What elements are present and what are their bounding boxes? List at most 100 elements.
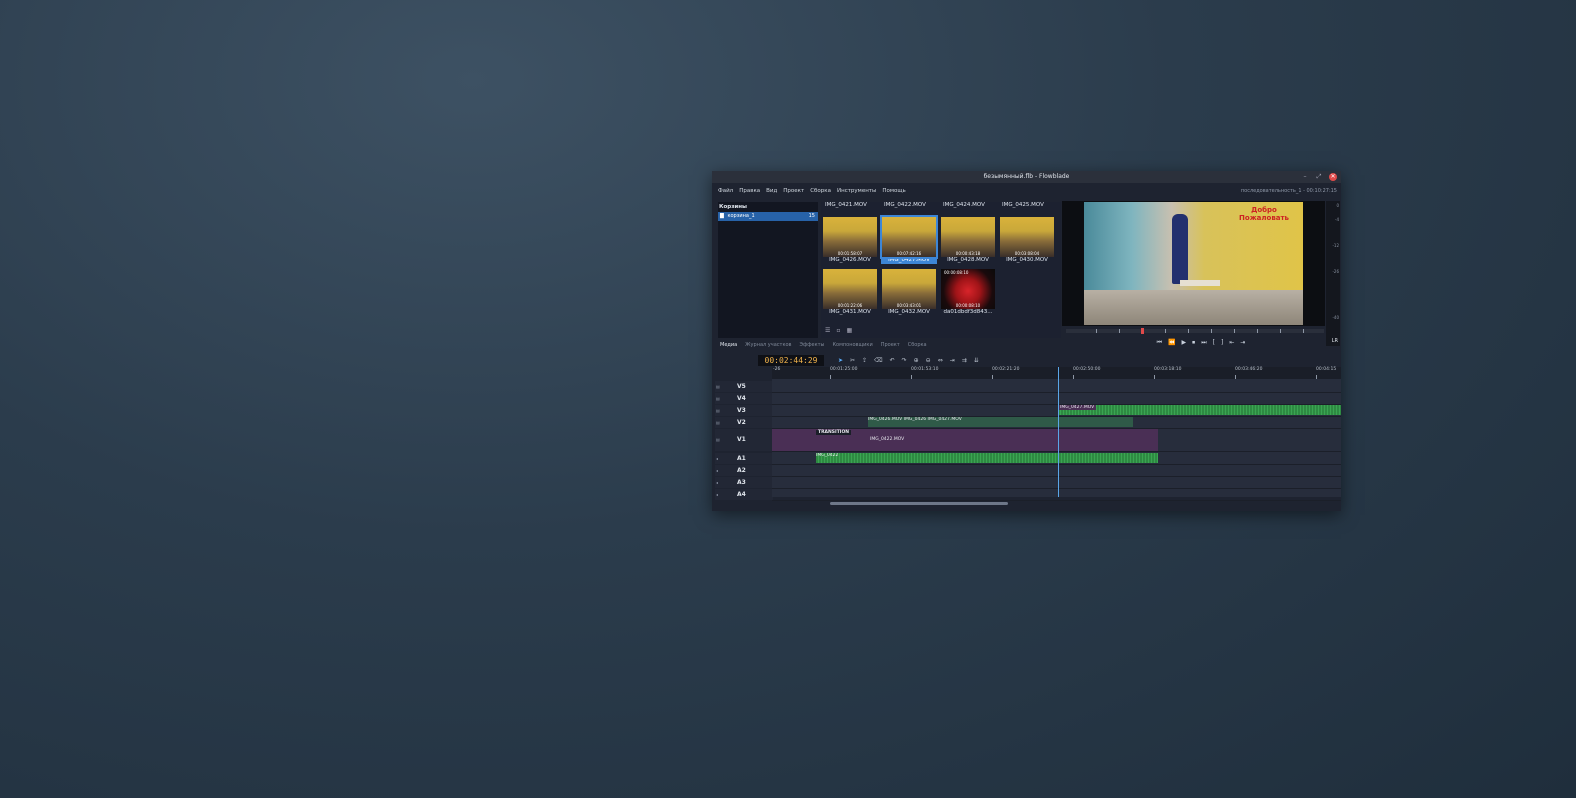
speaker-icon[interactable]: ◂ — [716, 489, 718, 500]
speaker-icon[interactable]: ◂ — [716, 453, 718, 464]
track-label: A2 — [737, 467, 746, 474]
insert-icon[interactable]: ⇥ — [950, 355, 955, 366]
media-name[interactable]: IMG_0425.MOV — [1002, 202, 1044, 208]
bin-name: корзина_1 — [727, 213, 755, 219]
media-clip[interactable]: 00:00:08:10 00:00:08:10 da01dbdf3d843... — [940, 269, 996, 316]
scrub-playhead[interactable] — [1141, 328, 1144, 334]
pointer-tool-icon[interactable]: ➤ — [838, 355, 843, 366]
media-clip[interactable]: 00:03:43:01 IMG_0432.MOV — [881, 269, 937, 316]
timeline-tracks[interactable]: IMG_0427.MOV IMG_0426.MOV IMG_0426 IMG_0… — [772, 379, 1341, 501]
overwrite-icon[interactable]: ⇊ — [974, 355, 979, 366]
media-clip[interactable]: 00:01:22:06 IMG_0431.MOV — [822, 269, 878, 316]
track-row-v2[interactable]: IMG_0426.MOV IMG_0426 IMG_0427.MOV — [772, 417, 1341, 429]
menu-tools[interactable]: Инструменты — [837, 183, 876, 199]
media-name[interactable]: IMG_0424.MOV — [943, 202, 985, 208]
rewind-button[interactable]: ⏮ — [1157, 339, 1162, 349]
step-back-button[interactable]: ⏪ — [1168, 339, 1175, 349]
tab-effects[interactable]: Эффекты — [799, 340, 824, 350]
track-header-a4[interactable]: ◂ A4 — [715, 489, 773, 500]
menu-file[interactable]: Файл — [718, 183, 733, 199]
clip-timecode: 00:01:22:06 — [837, 303, 863, 308]
lock-icon[interactable]: ▤ — [716, 429, 720, 451]
track-header-v2[interactable]: ▤ V2 — [715, 417, 773, 428]
tab-media[interactable]: Медиа — [720, 340, 737, 350]
timeline-timecode[interactable]: 00:02:44:29 — [758, 355, 824, 366]
tab-compositors[interactable]: Компоновщики — [832, 340, 872, 350]
to-mark-in-button[interactable]: ⇤ — [1229, 339, 1234, 349]
menu-help[interactable]: Помощь — [882, 183, 905, 199]
to-mark-out-button[interactable]: ⇥ — [1240, 339, 1245, 349]
scrub-mark — [1211, 329, 1212, 333]
track-header-v1[interactable]: ▤ V1 — [715, 429, 773, 451]
track-row-a3[interactable] — [772, 477, 1341, 489]
delete-icon[interactable]: ⌫ — [874, 355, 882, 366]
track-label: A1 — [737, 455, 746, 462]
timeline-clip[interactable]: IMG_0427.MOV — [1058, 405, 1341, 415]
media-name[interactable]: IMG_0422.MOV — [884, 202, 926, 208]
timeline-ruler[interactable]: -26 00:01:25:00 00:01:53:10 00:02:21:20 … — [772, 367, 1341, 379]
speaker-icon[interactable]: ◂ — [716, 477, 718, 488]
maximize-button[interactable]: ⤢ — [1315, 173, 1323, 181]
timeline-scrollbar[interactable] — [830, 502, 1008, 505]
tab-range-log[interactable]: Журнал участков — [745, 340, 791, 350]
mark-out-button[interactable]: ] — [1221, 339, 1223, 349]
menu-view[interactable]: Вид — [766, 183, 777, 199]
track-row-v4[interactable] — [772, 393, 1341, 405]
media-clip[interactable]: 00:03:08:04 IMG_0430.MOV — [999, 217, 1055, 264]
transport-controls: ⏮ ⏪ ▶ ⏹ ⏭ [ ] ⇤ ⇥ — [1062, 339, 1340, 349]
mark-in-button[interactable]: [ — [1213, 339, 1215, 349]
append-icon[interactable]: ⇉ — [962, 355, 967, 366]
timeline-clip[interactable]: IMG_0422 — [816, 453, 1158, 463]
media-clip[interactable]: 00:01:58:07 IMG_0426.MOV — [822, 217, 878, 264]
timeline-playhead[interactable] — [1058, 367, 1059, 497]
media-clip[interactable]: 00:00:43:18 IMG_0428.MOV — [940, 217, 996, 264]
bins-panel: Корзины ▇ корзина_1 15 — [718, 202, 818, 338]
media-clip[interactable]: 00:07:42:16 IMG_0427.MOV — [880, 215, 938, 264]
stop-button[interactable]: ⏹ — [1192, 339, 1195, 349]
timeline-clip[interactable]: IMG_0426.MOV IMG_0426 IMG_0427.MOV — [868, 417, 1133, 427]
track-row-a1[interactable]: IMG_0422 — [772, 453, 1341, 465]
zoom-out-icon[interactable]: ⊖ — [926, 355, 931, 366]
lift-icon[interactable]: ⇪ — [862, 355, 867, 366]
play-button[interactable]: ▶ — [1182, 339, 1187, 349]
track-row-v5[interactable] — [772, 381, 1341, 393]
tab-project[interactable]: Проект — [881, 340, 900, 350]
lock-icon[interactable]: ▤ — [716, 405, 720, 416]
lock-icon[interactable]: ▤ — [716, 393, 720, 404]
media-name[interactable]: IMG_0421.MOV — [825, 202, 867, 208]
lock-icon[interactable]: ▤ — [716, 381, 720, 392]
list-icon[interactable]: ☰ — [825, 327, 830, 334]
undo-icon[interactable]: ↶ — [890, 355, 895, 366]
single-view-icon[interactable]: ▫ — [836, 327, 840, 334]
track-header-v5[interactable]: ▤ V5 — [715, 381, 773, 392]
track-row-v3[interactable]: IMG_0427.MOV — [772, 405, 1341, 417]
track-header-a3[interactable]: ◂ A3 — [715, 477, 773, 488]
menu-render[interactable]: Сборка — [810, 183, 831, 199]
track-row-a2[interactable] — [772, 465, 1341, 477]
tab-render[interactable]: Сборка — [908, 340, 927, 350]
step-forward-button[interactable]: ⏭ — [1201, 339, 1206, 349]
track-row-v1[interactable]: TRANSITION IMG_0422.MOV — [772, 429, 1341, 452]
track-header-a1[interactable]: ◂ A1 — [715, 453, 773, 464]
track-header-v3[interactable]: ▤ V3 — [715, 405, 773, 416]
track-row-a4[interactable] — [772, 489, 1341, 501]
zoom-fit-icon[interactable]: ⇔ — [938, 355, 943, 366]
timeline-clip[interactable]: TRANSITION IMG_0422.MOV — [772, 429, 1158, 451]
track-header-a2[interactable]: ◂ A2 — [715, 465, 773, 476]
zoom-in-icon[interactable]: ⊕ — [914, 355, 919, 366]
sequence-info[interactable]: последовательность_1 - 00:10:27:15 — [1241, 183, 1337, 199]
ruler-label: 00:03:18:10 — [1154, 367, 1182, 372]
menu-edit[interactable]: Правка — [739, 183, 760, 199]
redo-icon[interactable]: ↷ — [902, 355, 907, 366]
audio-meter: 0 -4 -12 -26 -40 LR — [1326, 201, 1340, 346]
lock-icon[interactable]: ▤ — [716, 417, 720, 428]
track-header-v4[interactable]: ▤ V4 — [715, 393, 773, 404]
minimize-button[interactable]: – — [1301, 173, 1309, 181]
monitor-scrubber[interactable] — [1066, 328, 1324, 334]
close-button[interactable]: ✕ — [1329, 173, 1337, 181]
menu-project[interactable]: Проект — [783, 183, 804, 199]
cut-icon[interactable]: ✂ — [850, 355, 855, 366]
bin-item[interactable]: ▇ корзина_1 15 — [718, 212, 818, 221]
grid-view-icon[interactable]: ▦ — [846, 327, 852, 334]
speaker-icon[interactable]: ◂ — [716, 465, 718, 476]
